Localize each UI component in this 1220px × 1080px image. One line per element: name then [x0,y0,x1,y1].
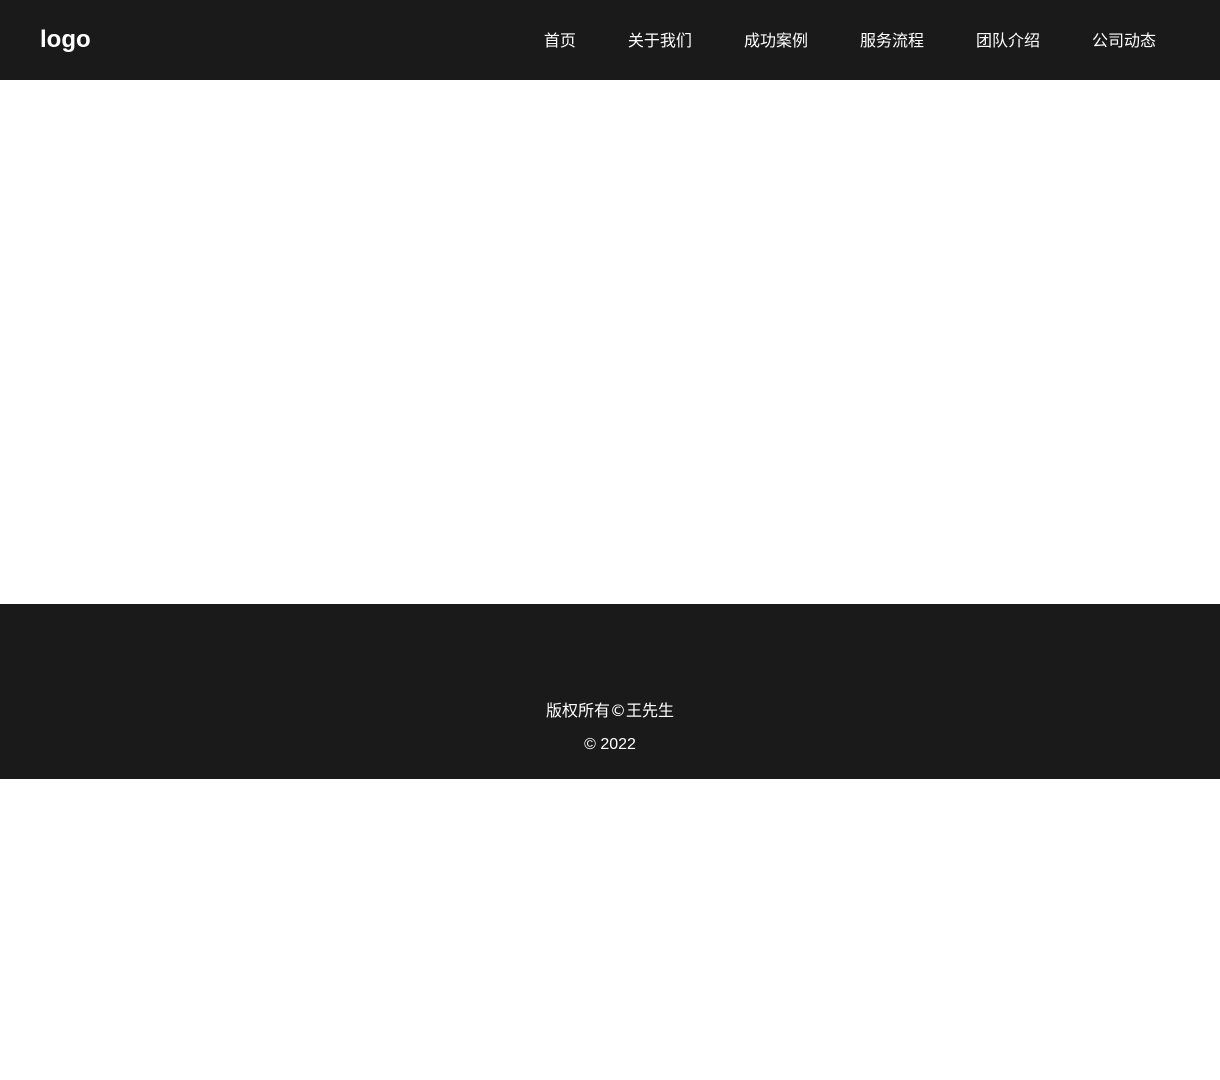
nav-item-home[interactable]: 首页 [518,0,602,80]
nav-item-service-process[interactable]: 服务流程 [834,0,950,80]
main-content [0,80,1220,604]
nav-item-about[interactable]: 关于我们 [602,0,718,80]
site-logo[interactable]: logo [40,24,91,56]
main-nav: 首页 关于我们 成功案例 服务流程 团队介绍 公司动态 [518,0,1182,80]
site-header: logo 首页 关于我们 成功案例 服务流程 团队介绍 公司动态 [0,0,1220,80]
site-footer: 版权所有©王先生 © 2022 [0,604,1220,779]
nav-item-news[interactable]: 公司动态 [1066,0,1182,80]
footer-copyright: 版权所有©王先生 [545,701,674,720]
footer-year: © 2022 [584,736,636,753]
nav-item-cases[interactable]: 成功案例 [718,0,834,80]
nav-item-team[interactable]: 团队介绍 [950,0,1066,80]
